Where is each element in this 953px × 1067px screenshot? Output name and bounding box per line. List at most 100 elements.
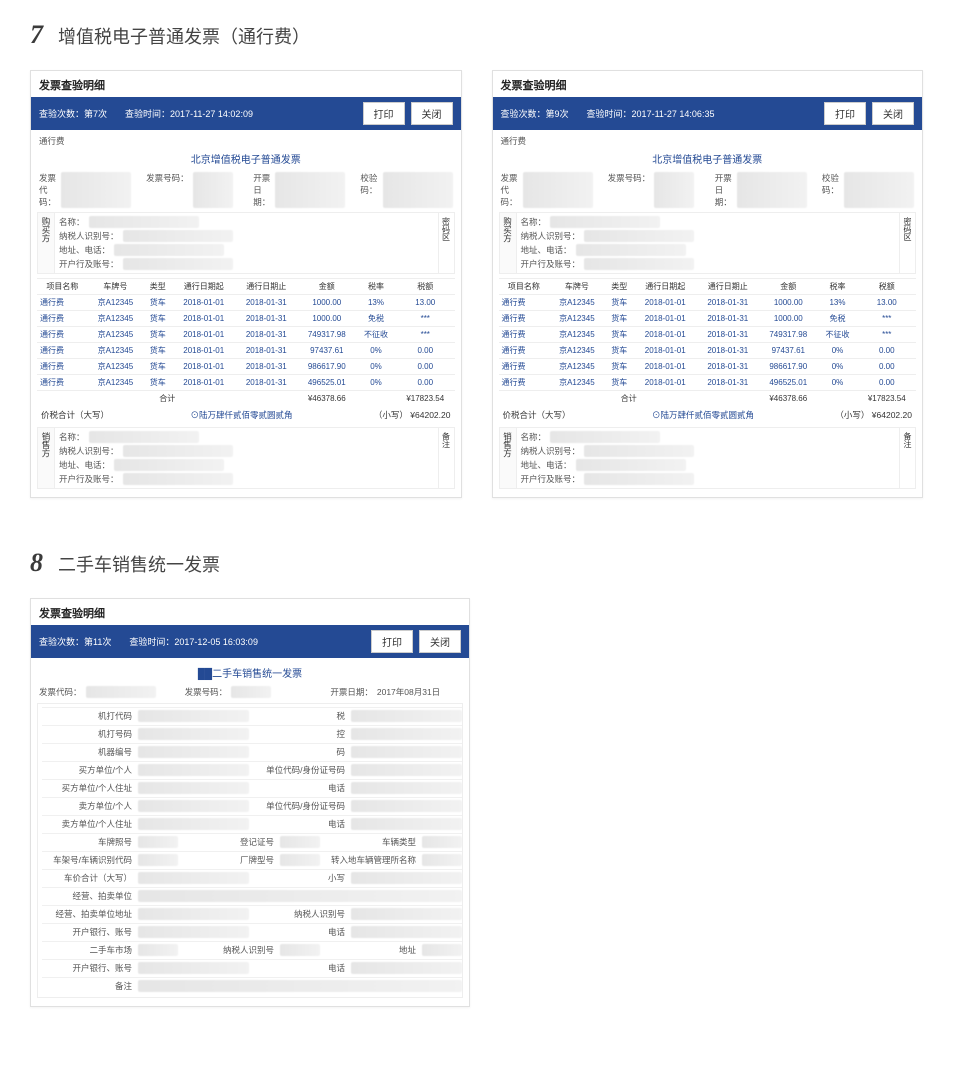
check-count-label: 查验次数： <box>501 109 546 119</box>
field-value <box>138 962 249 974</box>
print-button[interactable]: 打印 <box>363 102 405 125</box>
table-row: 通行费京A12345货车2018-01-012018-01-3197437.61… <box>499 343 917 359</box>
check-count: 第11次 <box>84 637 111 647</box>
buyer-label: 购买方 <box>500 213 517 273</box>
table-row: 通行费京A12345货车2018-01-012018-01-311000.00免… <box>499 311 917 327</box>
seller-label: 销售方 <box>38 428 55 488</box>
field-value <box>138 728 249 740</box>
field-value <box>351 800 462 812</box>
close-button[interactable]: 关闭 <box>411 102 453 125</box>
field-label: 二手车市场 <box>42 944 132 956</box>
pwd-label: 密码区 <box>899 213 915 273</box>
section-7-title: 增值税电子普通发票（通行费） <box>58 23 310 49</box>
date-label: 开票日期： <box>330 686 373 698</box>
close-button[interactable]: 关闭 <box>872 102 914 125</box>
close-button[interactable]: 关闭 <box>419 630 461 653</box>
field-label: 控 <box>255 728 345 740</box>
field-label: 纳税人识别号 <box>255 908 345 920</box>
invoice-type-title: 北京增值税电子普通发票 <box>499 148 917 171</box>
header-bar: 查验次数：第11次 查验时间：2017-12-05 16:03:09 打印 关闭 <box>31 625 469 658</box>
small-label: （小写） <box>835 410 869 420</box>
section-8-header: 8 二手车销售统一发票 <box>30 548 923 578</box>
field-label: 电话 <box>255 962 345 974</box>
field-value <box>138 764 249 776</box>
table-row: 通行费京A12345货车2018-01-012018-01-31986617.9… <box>499 359 917 375</box>
check-label: 校验码： <box>360 172 378 208</box>
buyer-label: 购买方 <box>38 213 55 273</box>
section-8-number: 8 <box>30 548 43 578</box>
check-label: 校验码： <box>822 172 840 208</box>
field-label: 备注 <box>42 980 132 992</box>
field-value <box>138 926 249 938</box>
section-7-header: 7 增值税电子普通发票（通行费） <box>30 20 923 50</box>
section-7-number: 7 <box>30 20 43 50</box>
field-label: 机打代码 <box>42 710 132 722</box>
field-label: 卖方单位/个人 <box>42 800 132 812</box>
code-label: 发票代码： <box>39 686 82 698</box>
table-row: 通行费京A12345货车2018-01-012018-01-31986617.9… <box>37 359 455 375</box>
invoice-card-7-right: 发票查验明细 查验次数：第9次 查验时间：2017-11-27 14:06:35… <box>492 70 924 498</box>
invoice-card-8: 发票查验明细 查验次数：第11次 查验时间：2017-12-05 16:03:0… <box>30 598 470 1007</box>
section-8-title: 二手车销售统一发票 <box>58 551 220 577</box>
grand-small: ¥64202.20 <box>872 410 912 420</box>
check-count-label: 查验次数： <box>39 109 84 119</box>
field-value <box>138 800 249 812</box>
check-time: 2017-12-05 16:03:09 <box>174 637 258 647</box>
grand-label: 价税合计（大写） <box>41 410 109 420</box>
check-time: 2017-11-27 14:06:35 <box>632 109 715 119</box>
table-row: 通行费京A12345货车2018-01-012018-01-311000.001… <box>37 295 455 311</box>
field-label: 电话 <box>255 926 345 938</box>
field-label: 车辆类型 <box>326 836 416 848</box>
print-button[interactable]: 打印 <box>824 102 866 125</box>
field-label: 机打号码 <box>42 728 132 740</box>
invoice-type-title: 北京增值税电子普通发票 <box>37 148 455 171</box>
field-value <box>138 890 462 902</box>
check-time-label: 查验时间： <box>587 109 632 119</box>
check-count: 第9次 <box>546 109 569 119</box>
field-label: 电话 <box>255 818 345 830</box>
table-row: 通行费京A12345货车2018-01-012018-01-31749317.9… <box>499 327 917 343</box>
field-label: 单位代码/身份证号码 <box>255 764 345 776</box>
field-label: 买方单位/个人 <box>42 764 132 776</box>
field-label: 小写 <box>255 872 345 884</box>
card-title: 发票查验明细 <box>31 599 469 625</box>
field-value <box>138 836 178 848</box>
field-label: 经营、拍卖单位 <box>42 890 132 902</box>
grand-cn: ⊙陆万肆仟贰佰零贰圆贰角 <box>190 409 292 421</box>
table-row: 通行费京A12345货车2018-01-012018-01-31496525.0… <box>499 375 917 391</box>
small-label: （小写） <box>374 410 408 420</box>
grand-label: 价税合计（大写） <box>503 410 571 420</box>
card-title: 发票查验明细 <box>31 71 461 97</box>
check-time-label: 查验时间： <box>125 109 170 119</box>
field-label: 厂牌型号 <box>184 854 274 866</box>
date-value: 2017年08月31日 <box>377 686 440 698</box>
table-row: 通行费京A12345货车2018-01-012018-01-311000.001… <box>499 295 917 311</box>
field-label: 单位代码/身份证号码 <box>255 800 345 812</box>
field-value <box>351 746 462 758</box>
check-time-label: 查验时间： <box>129 637 174 647</box>
grand-small: ¥64202.20 <box>410 410 450 420</box>
remark-side-label: 备注 <box>899 428 915 488</box>
header-bar: 查验次数：第9次 查验时间：2017-11-27 14:06:35 打印 关闭 <box>493 97 923 130</box>
field-label: 车价合计（大写） <box>42 872 132 884</box>
field-label: 地址 <box>326 944 416 956</box>
field-value <box>351 926 462 938</box>
field-value <box>422 944 462 956</box>
field-value <box>351 764 462 776</box>
remark-label: 通行费 <box>501 135 527 147</box>
field-value <box>138 908 249 920</box>
print-button[interactable]: 打印 <box>371 630 413 653</box>
field-value <box>280 944 320 956</box>
field-value <box>138 746 249 758</box>
date-label: 开票日期： <box>715 172 733 208</box>
field-value <box>138 710 249 722</box>
pwd-label: 密码区 <box>438 213 454 273</box>
num-label: 发票号码： <box>185 686 228 698</box>
remark-side-label: 备注 <box>438 428 454 488</box>
num-label: 发票号码： <box>608 172 651 208</box>
check-time: 2017-11-27 14:02:09 <box>170 109 253 119</box>
field-label: 车架号/车辆识别代码 <box>42 854 132 866</box>
field-label: 机器编号 <box>42 746 132 758</box>
field-value <box>138 944 178 956</box>
field-label: 开户银行、账号 <box>42 926 132 938</box>
